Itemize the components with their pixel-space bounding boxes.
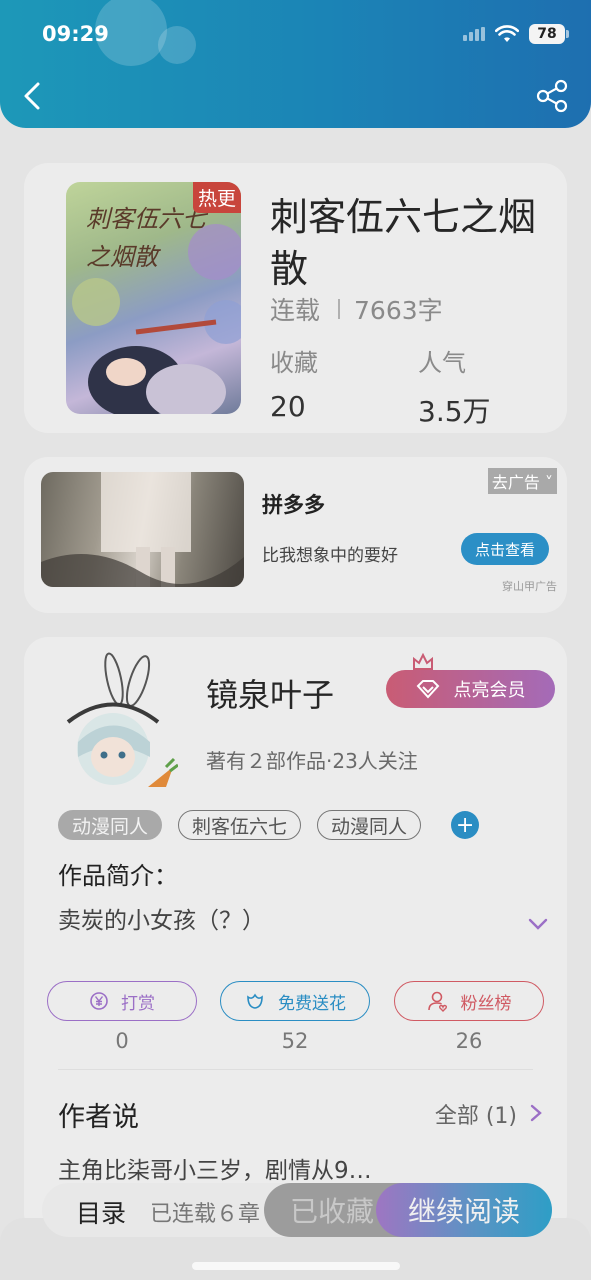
- tag-item[interactable]: 动漫同人: [58, 810, 163, 840]
- share-icon[interactable]: [535, 78, 569, 114]
- favorites-value: 20: [270, 390, 306, 423]
- tip-label: 打赏: [121, 993, 155, 1014]
- intro-text: 卖炭的小女孩（？）: [58, 908, 265, 934]
- author-name[interactable]: 镜泉叶子: [206, 670, 334, 716]
- favorites-label: 收藏: [270, 349, 318, 377]
- author-avatar[interactable]: [58, 647, 178, 802]
- chevron-right-icon[interactable]: [529, 1103, 543, 1123]
- add-tag-button[interactable]: +: [451, 811, 480, 839]
- remove-ad-button[interactable]: 去广告 ˅: [487, 468, 557, 494]
- send-flower-button[interactable]: 免费送花: [220, 981, 370, 1021]
- word-count: 7663字: [354, 296, 443, 325]
- send-flower-label: 免费送花: [278, 993, 346, 1014]
- status-icons: 78: [463, 24, 569, 44]
- book-meta: 连载 7663字: [270, 291, 443, 327]
- tag-item[interactable]: 刺客伍六七: [178, 810, 302, 840]
- bottom-action-bar: 目录 已连载６章 已收藏 继续阅读: [42, 1183, 552, 1237]
- hot-update-badge: 热更: [192, 182, 241, 213]
- popularity-value: 3.5万: [418, 395, 491, 428]
- ad-image[interactable]: [41, 472, 244, 587]
- vip-label: 点亮会员: [453, 680, 526, 701]
- toc-button[interactable]: 目录: [76, 1194, 126, 1230]
- meta-divider: [338, 299, 341, 319]
- section-divider: [58, 1069, 533, 1070]
- wifi-icon: [495, 25, 519, 42]
- ad-description: 比我想象中的要好: [262, 546, 398, 566]
- author-says-title: 作者说: [58, 1102, 139, 1133]
- book-title: 刺客伍六七之烟散: [270, 195, 537, 291]
- flower-count: 52: [281, 1029, 309, 1053]
- battery-indicator: 78: [529, 24, 569, 44]
- yen-icon: [90, 992, 108, 1010]
- author-stats: 著有２部作品·23人关注: [206, 749, 418, 773]
- signal-icon: [463, 27, 485, 41]
- fans-ranking-label: 粉丝榜: [460, 993, 512, 1014]
- fans-ranking-button[interactable]: 粉丝榜: [394, 981, 544, 1021]
- home-indicator: [192, 1262, 400, 1270]
- fans-count: 26: [455, 1029, 483, 1053]
- back-icon[interactable]: [18, 78, 48, 114]
- diamond-icon: [416, 680, 439, 699]
- decor-bubble: [158, 26, 196, 64]
- book-cover[interactable]: 刺客伍六七之烟散 热更: [66, 182, 241, 414]
- ad-brand: 拼多多: [262, 493, 325, 517]
- continue-reading-button[interactable]: 继续阅读: [376, 1183, 552, 1237]
- status-time: 09:29: [42, 22, 109, 46]
- popularity-stat: 人气 3.5万: [418, 343, 491, 430]
- ad-source: 穿山甲广告: [502, 580, 557, 593]
- tip-count: 0: [115, 1029, 129, 1053]
- popularity-label: 人气: [418, 349, 466, 377]
- ad-photo: [41, 472, 244, 587]
- book-status: 连载: [270, 296, 321, 325]
- author-says-all-link[interactable]: 全部 (1): [435, 1098, 517, 1130]
- serial-status: 已连载６章: [150, 1202, 261, 1227]
- ad-cta-button[interactable]: 点击查看: [461, 533, 549, 565]
- flower-icon: [247, 993, 263, 1009]
- book-info-card: 刺客伍六七之烟散 热更 刺客伍六七之烟散 连载 7663字 收藏 20 人气 3…: [24, 163, 567, 433]
- ad-card[interactable]: 拼多多 比我想象中的要好 去广告 ˅ 点击查看 穿山甲广告: [24, 457, 567, 613]
- chevron-down-icon[interactable]: [527, 917, 549, 931]
- fans-icon: [427, 991, 447, 1012]
- author-card: 镜泉叶子 点亮会员 著有２部作品·23人关注 动漫同人 刺客伍六七 动漫同人 +…: [24, 637, 567, 1237]
- tip-button[interactable]: 打赏: [47, 981, 197, 1021]
- crown-icon: [413, 653, 433, 670]
- author-says-text[interactable]: 主角比柒哥小三岁，剧情从9…: [58, 1151, 372, 1185]
- plus-icon: +: [455, 812, 475, 838]
- header: 09:29 78: [0, 0, 591, 128]
- vip-button[interactable]: 点亮会员: [386, 670, 555, 708]
- remove-ad-label: 去广告: [491, 473, 540, 492]
- intro-title: 作品简介：: [58, 862, 178, 890]
- favorites-stat: 收藏 20: [270, 343, 318, 423]
- tag-list: 动漫同人 刺客伍六七 动漫同人 +: [58, 810, 480, 840]
- tag-item[interactable]: 动漫同人: [317, 810, 422, 840]
